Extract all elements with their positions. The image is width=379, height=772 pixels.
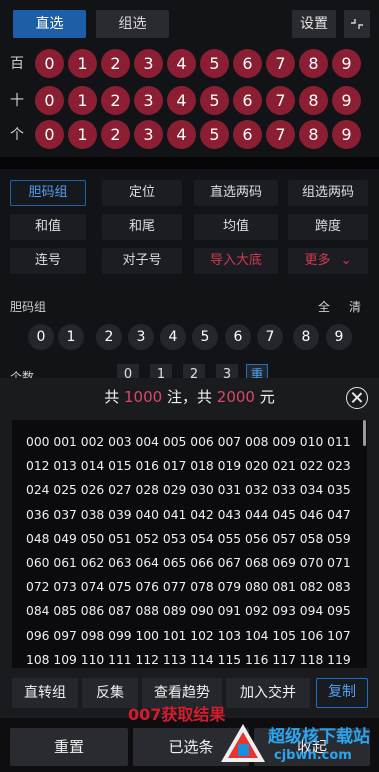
row-label-tens: 十	[10, 93, 24, 109]
list-line: 060 061 062 063 064 065 066 067 068 069 …	[26, 556, 351, 571]
watermark-text: 007获取结果	[128, 705, 226, 724]
ball-hundreds-7[interactable]: 7	[266, 49, 295, 78]
list-line: 024 025 026 027 028 029 030 031 032 033 …	[26, 483, 351, 498]
site-logo-icon	[221, 724, 265, 762]
method-position[interactable]: 定位	[102, 180, 182, 206]
summary-suffix: 元	[259, 388, 275, 406]
top-bar: 直选 组选 设置	[0, 0, 379, 44]
method-group-two[interactable]: 组选两码	[288, 180, 368, 206]
shrink-icon	[351, 19, 363, 29]
tab-group[interactable]: 组选	[96, 10, 169, 38]
chevron-down-icon: ⌄	[340, 253, 352, 268]
ball-units-6[interactable]: 6	[233, 120, 262, 149]
ball-hundreds-8[interactable]: 8	[299, 49, 328, 78]
dm-group-label: 胆码组	[10, 300, 47, 314]
ball-units-4[interactable]: 4	[167, 120, 196, 149]
ball-tens-7[interactable]: 7	[266, 86, 295, 115]
list-line: 012 013 014 015 016 017 018 019 020 021 …	[26, 459, 351, 474]
row-label-units: 个	[10, 127, 24, 143]
ball-units-0[interactable]: 0	[35, 120, 64, 149]
dm-ball-2[interactable]: 2	[96, 324, 122, 350]
hundreds-row: 百 0 1 2 3 4 5 6 7 8 9	[0, 46, 379, 80]
method-sum[interactable]: 和值	[10, 214, 86, 240]
list-line: 072 073 074 075 076 077 078 079 080 081 …	[26, 580, 351, 595]
shrink-button[interactable]	[344, 10, 370, 38]
copy-button[interactable]: 复制	[316, 678, 368, 708]
dm-ball-5[interactable]: 5	[192, 324, 218, 350]
ball-tens-5[interactable]: 5	[200, 86, 229, 115]
list-line: 000 001 002 003 004 005 006 007 008 009 …	[26, 435, 351, 449]
ball-tens-3[interactable]: 3	[134, 86, 163, 115]
ball-tens-0[interactable]: 0	[35, 86, 64, 115]
tens-row: 十 0 1 2 3 4 5 6 7 8 9	[0, 83, 379, 117]
method-sum-tail[interactable]: 和尾	[102, 214, 182, 240]
list-line: 036 037 038 039 040 041 042 043 044 045 …	[26, 507, 351, 522]
ball-units-2[interactable]: 2	[101, 120, 130, 149]
total-amount: 2000	[216, 388, 255, 406]
ball-units-3[interactable]: 3	[134, 120, 163, 149]
ball-units-1[interactable]: 1	[68, 120, 97, 149]
summary-middle: 注，共	[166, 388, 212, 406]
method-more[interactable]: 更多 ⌄	[288, 248, 368, 274]
list-line: 048 049 050 051 052 053 054 055 056 057 …	[26, 531, 351, 546]
ball-hundreds-4[interactable]: 4	[167, 49, 196, 78]
list-line: 108 109 110 111 112 113 114 115 116 117 …	[26, 652, 351, 667]
ball-hundreds-3[interactable]: 3	[134, 49, 163, 78]
number-list[interactable]: 000 001 002 003 004 005 006 007 008 009 …	[12, 420, 367, 668]
ball-hundreds-2[interactable]: 2	[101, 49, 130, 78]
to-group-button[interactable]: 直转组	[12, 678, 78, 708]
logo-title: 超级核下载站	[268, 727, 370, 747]
dm-ball-4[interactable]: 4	[160, 324, 186, 350]
ball-tens-6[interactable]: 6	[233, 86, 262, 115]
select-all-button[interactable]: 全	[318, 298, 330, 315]
section-divider	[0, 157, 379, 169]
close-icon[interactable]	[346, 387, 368, 409]
ball-tens-1[interactable]: 1	[68, 86, 97, 115]
dm-ball-0[interactable]: 0	[28, 324, 54, 350]
reset-button[interactable]: 重置	[10, 728, 128, 766]
number-list-text: 000 001 002 003 004 005 006 007 008 009 …	[26, 430, 356, 668]
ball-tens-8[interactable]: 8	[299, 86, 328, 115]
ball-tens-4[interactable]: 4	[167, 86, 196, 115]
clear-button[interactable]: 清	[349, 298, 361, 315]
list-line: 096 097 098 099 100 101 102 103 104 105 …	[26, 628, 351, 643]
dm-ball-8[interactable]: 8	[293, 324, 319, 350]
ball-hundreds-1[interactable]: 1	[68, 49, 97, 78]
add-intersect-button[interactable]: 加入交并	[226, 678, 310, 708]
method-span[interactable]: 跨度	[288, 214, 368, 240]
list-line: 084 085 086 087 088 089 090 091 092 093 …	[26, 604, 351, 619]
summary-prefix: 共	[104, 388, 120, 406]
dm-ball-7[interactable]: 7	[257, 324, 283, 350]
ball-hundreds-9[interactable]: 9	[332, 49, 361, 78]
method-average[interactable]: 均值	[194, 214, 278, 240]
scrollbar-thumb[interactable]	[363, 420, 366, 446]
logo-url: cjbwh.com	[274, 748, 352, 763]
bet-count: 1000	[124, 388, 163, 406]
dm-ball-1[interactable]: 1	[58, 324, 84, 350]
dm-ball-3[interactable]: 3	[128, 324, 154, 350]
method-consecutive[interactable]: 连号	[10, 248, 86, 274]
ball-tens-9[interactable]: 9	[332, 86, 361, 115]
tab-direct[interactable]: 直选	[13, 10, 86, 38]
ball-hundreds-5[interactable]: 5	[200, 49, 229, 78]
ball-units-8[interactable]: 8	[299, 120, 328, 149]
ball-hundreds-0[interactable]: 0	[35, 49, 64, 78]
method-import[interactable]: 导入大底	[194, 248, 278, 274]
dm-ball-6[interactable]: 6	[225, 324, 251, 350]
ball-hundreds-6[interactable]: 6	[233, 49, 262, 78]
settings-button[interactable]: 设置	[292, 10, 336, 38]
ball-units-9[interactable]: 9	[332, 120, 361, 149]
modal-summary: 共 1000 注，共 2000 元	[0, 378, 379, 418]
row-label-hundreds: 百	[10, 56, 24, 72]
dm-ball-9[interactable]: 9	[326, 324, 352, 350]
method-direct-two[interactable]: 直选两码	[194, 180, 278, 206]
method-pair[interactable]: 对子号	[102, 248, 182, 274]
ball-units-5[interactable]: 5	[200, 120, 229, 149]
ball-units-7[interactable]: 7	[266, 120, 295, 149]
method-dm-group[interactable]: 胆码组	[10, 180, 86, 206]
units-row: 个 0 1 2 3 4 5 6 7 8 9	[0, 117, 379, 151]
ball-tens-2[interactable]: 2	[101, 86, 130, 115]
method-more-label: 更多	[304, 253, 331, 268]
